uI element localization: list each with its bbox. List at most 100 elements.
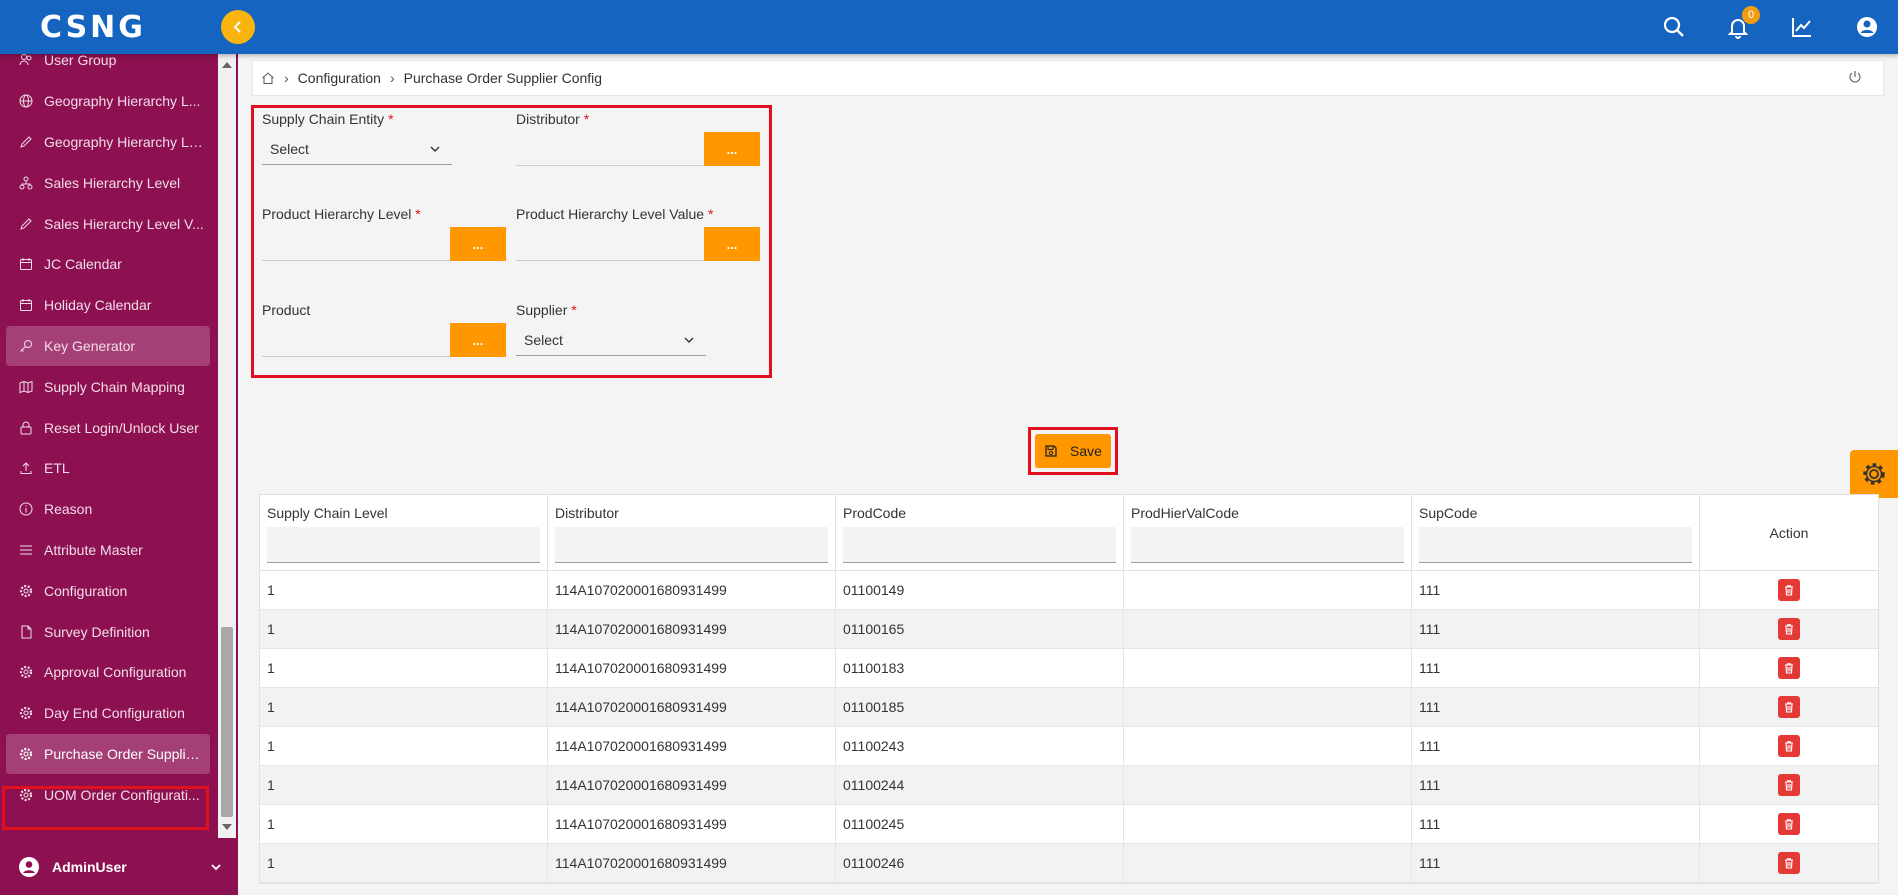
- product-hierarchy-level-value-input[interactable]: [516, 227, 704, 261]
- filter-input-distributor[interactable]: [555, 527, 828, 563]
- trash-icon: [1785, 858, 1793, 869]
- sidebar-item-sales-hierarchy-level-value[interactable]: Sales Hierarchy Level V...: [0, 203, 218, 244]
- table-cell: 111: [1412, 844, 1700, 882]
- filter-input-supply-chain-level[interactable]: [267, 527, 540, 563]
- lock-icon: [18, 420, 34, 436]
- table-cell: 111: [1412, 610, 1700, 648]
- distributor-label: Distributor *: [516, 111, 590, 127]
- sidebar-item-geography-hierarchy-level[interactable]: Geography Hierarchy L...: [0, 81, 218, 122]
- app-logo: CSNG: [40, 10, 146, 45]
- chevron-down-icon: [684, 337, 694, 343]
- table-row: 1 114A107020001680931499 01100185 111: [260, 688, 1878, 727]
- analytics-button[interactable]: [1788, 13, 1816, 41]
- trash-icon: [1785, 702, 1793, 713]
- sidebar-item-user-group[interactable]: User Group: [0, 54, 218, 81]
- product-hierarchy-level-input[interactable]: [262, 227, 450, 261]
- product-hierarchy-level-value-lookup-button[interactable]: ...: [704, 227, 760, 261]
- filter-input-prodhiervalcode[interactable]: [1131, 527, 1404, 563]
- sidebar-item-reason[interactable]: Reason: [0, 489, 218, 530]
- sidebar-item-supply-chain-mapping[interactable]: Supply Chain Mapping: [0, 366, 218, 407]
- table-cell: 114A107020001680931499: [548, 571, 836, 609]
- save-button[interactable]: Save: [1035, 434, 1111, 468]
- delete-button[interactable]: [1778, 618, 1800, 640]
- supplier-select[interactable]: Select: [516, 324, 706, 356]
- table-cell: 111: [1412, 571, 1700, 609]
- product-input[interactable]: [262, 323, 450, 357]
- save-icon: [1045, 445, 1057, 457]
- settings-fab[interactable]: [1850, 450, 1898, 498]
- user-menu[interactable]: AdminUser: [0, 838, 238, 895]
- sidebar-item-label: Approval Configuration: [44, 664, 187, 681]
- sidebar-item-day-end-configuration[interactable]: Day End Configuration: [0, 693, 218, 734]
- trash-icon: [1785, 585, 1793, 596]
- delete-button[interactable]: [1778, 813, 1800, 835]
- trash-icon: [1785, 624, 1793, 635]
- product-hierarchy-level-label: Product Hierarchy Level *: [262, 206, 421, 222]
- delete-button[interactable]: [1778, 852, 1800, 874]
- scroll-up-arrow-icon[interactable]: [222, 62, 232, 68]
- gear-icon: [18, 746, 34, 762]
- sidebar-item-holiday-calendar[interactable]: Holiday Calendar: [0, 285, 218, 326]
- sidebar-item-survey-definition[interactable]: Survey Definition: [0, 611, 218, 652]
- table-cell: [1124, 844, 1412, 882]
- scroll-down-arrow-icon[interactable]: [222, 824, 232, 830]
- sidebar-item-configuration[interactable]: Configuration: [0, 570, 218, 611]
- sidebar-scrollbar[interactable]: [218, 54, 236, 838]
- table-cell: 114A107020001680931499: [548, 727, 836, 765]
- product-label: Product: [262, 302, 311, 318]
- delete-button[interactable]: [1778, 696, 1800, 718]
- delete-button[interactable]: [1778, 579, 1800, 601]
- sidebar-item-key-generator[interactable]: Key Generator: [6, 325, 210, 367]
- sidebar-item-reset-login[interactable]: Reset Login/Unlock User: [0, 407, 218, 448]
- table-cell-action: [1700, 688, 1878, 726]
- trash-icon: [1785, 663, 1793, 674]
- table-cell-action: [1700, 727, 1878, 765]
- delete-button[interactable]: [1778, 774, 1800, 796]
- table-cell-action: [1700, 766, 1878, 804]
- table-cell: 01100183: [836, 649, 1124, 687]
- sidebar-collapse-button[interactable]: [221, 10, 255, 44]
- delete-button[interactable]: [1778, 735, 1800, 757]
- notifications-button[interactable]: 0: [1724, 6, 1760, 41]
- delete-button[interactable]: [1778, 657, 1800, 679]
- distributor-lookup-button[interactable]: ...: [704, 132, 760, 166]
- search-button[interactable]: [1660, 13, 1688, 41]
- sidebar-item-approval-configuration[interactable]: Approval Configuration: [0, 652, 218, 693]
- sidebar-item-attribute-master[interactable]: Attribute Master: [0, 530, 218, 571]
- sidebar-item-sales-hierarchy-level[interactable]: Sales Hierarchy Level: [0, 162, 218, 203]
- table-cell: 1: [260, 727, 548, 765]
- sidebar-item-label: Day End Configuration: [44, 705, 185, 722]
- calendar-icon: [18, 256, 34, 272]
- table-cell: 114A107020001680931499: [548, 649, 836, 687]
- trash-icon: [1785, 819, 1793, 830]
- breadcrumb-current-page: Purchase Order Supplier Config: [403, 70, 603, 86]
- account-button[interactable]: [1853, 13, 1881, 41]
- table-row: 1 114A107020001680931499 01100245 111: [260, 805, 1878, 844]
- supply-chain-entity-select[interactable]: Select: [262, 133, 452, 165]
- sidebar-item-jc-calendar[interactable]: JC Calendar: [0, 244, 218, 285]
- sidebar-item-geography-hierarchy-level-value[interactable]: Geography Hierarchy Le...: [0, 122, 218, 163]
- table-cell: 1: [260, 805, 548, 843]
- home-icon[interactable]: [261, 71, 275, 85]
- table-cell: 111: [1412, 766, 1700, 804]
- table-cell: 01100246: [836, 844, 1124, 882]
- distributor-input[interactable]: [516, 132, 704, 166]
- table-cell-action: [1700, 844, 1878, 882]
- sidebar-menu: User Group Geography Hierarchy L... Geog…: [0, 54, 218, 815]
- sidebar-item-label: Holiday Calendar: [44, 297, 152, 314]
- user-group-icon: [18, 54, 34, 68]
- sidebar-item-purchase-order-supplier-config[interactable]: Purchase Order Supplie...: [6, 733, 210, 775]
- filter-input-prodcode[interactable]: [843, 527, 1116, 563]
- sidebar-item-etl[interactable]: ETL: [0, 448, 218, 489]
- table-cell: [1124, 610, 1412, 648]
- pencil-icon: [18, 216, 34, 232]
- table-cell: 111: [1412, 688, 1700, 726]
- table-row: 1 114A107020001680931499 01100246 111: [260, 844, 1878, 883]
- breadcrumb-configuration[interactable]: Configuration: [298, 70, 381, 86]
- filter-input-supcode[interactable]: [1419, 527, 1692, 563]
- power-icon[interactable]: [1847, 69, 1863, 88]
- product-hierarchy-level-lookup-button[interactable]: ...: [450, 227, 506, 261]
- product-lookup-button[interactable]: ...: [450, 323, 506, 357]
- key-icon: [18, 338, 34, 354]
- scrollbar-thumb[interactable]: [221, 627, 233, 817]
